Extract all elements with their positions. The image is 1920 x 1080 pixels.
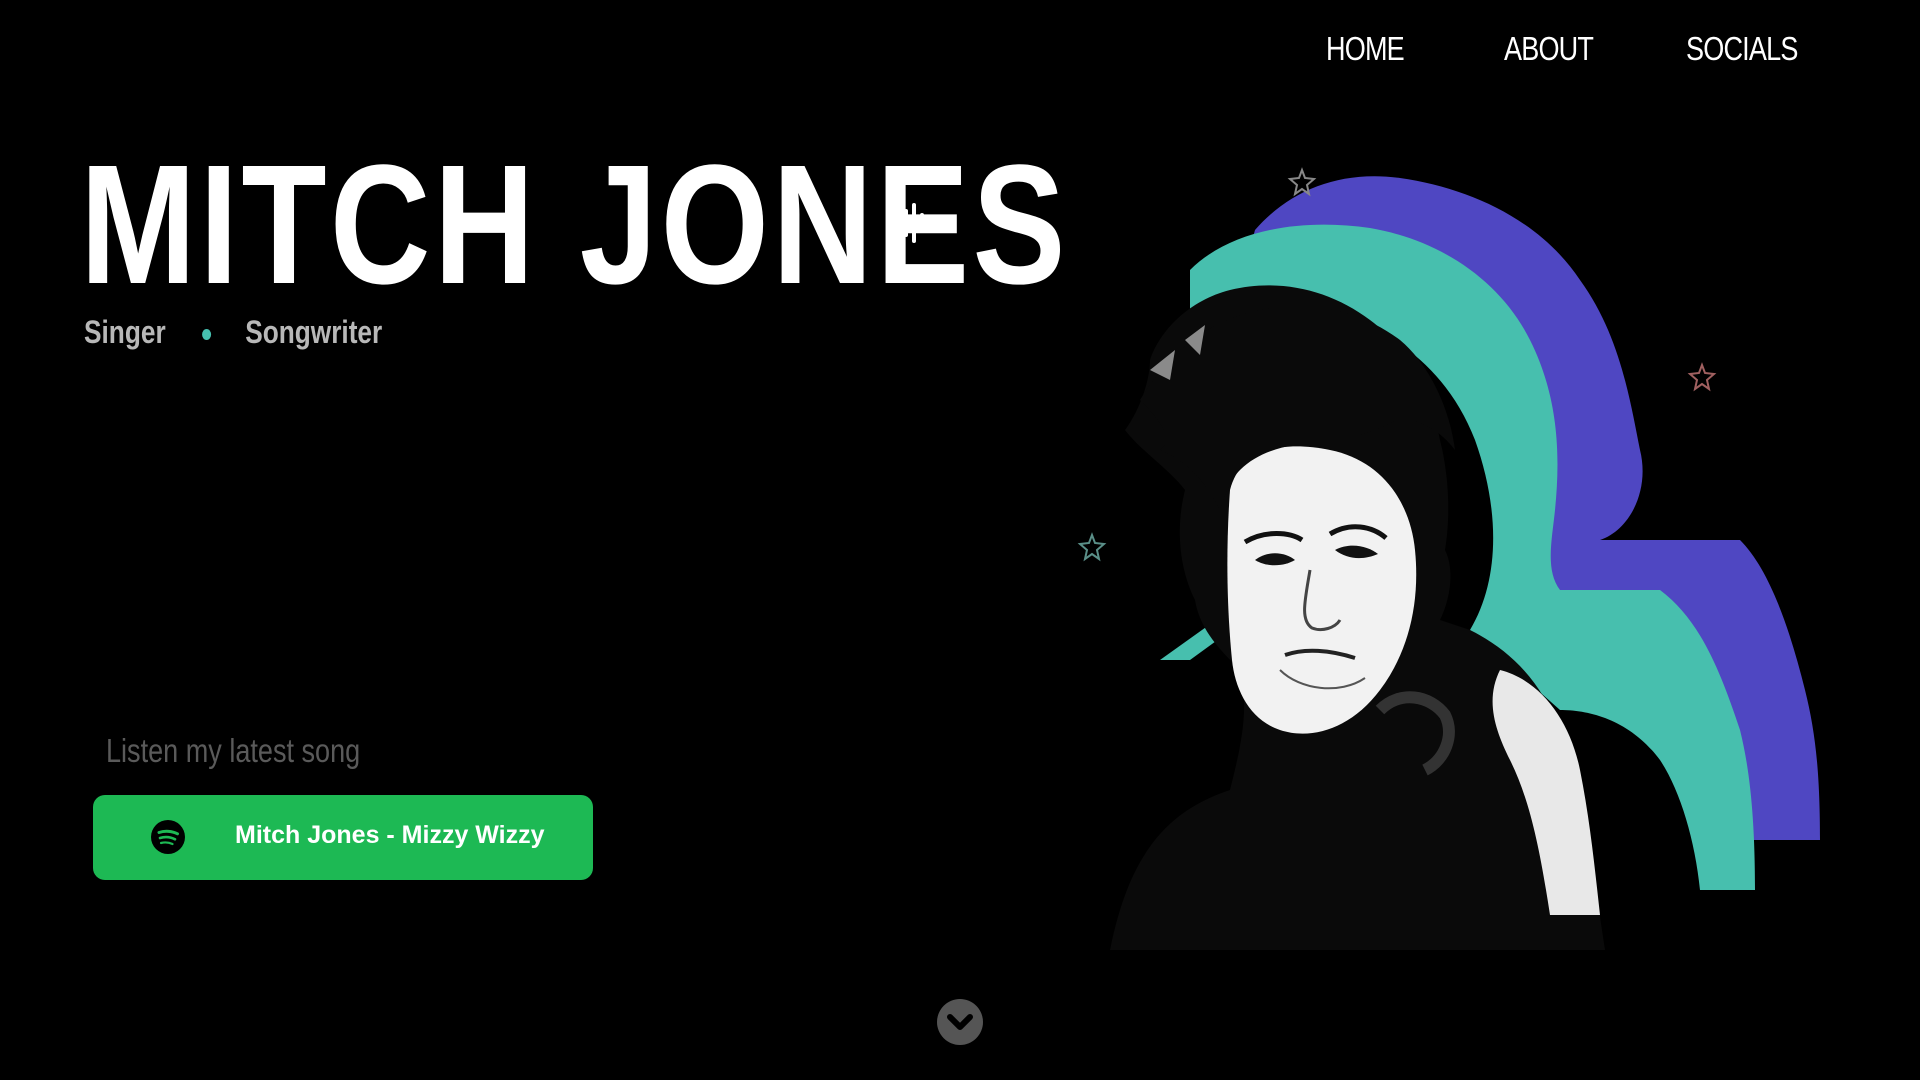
nav-about-link[interactable]: ABOUT xyxy=(1504,30,1594,68)
home-page: HOME ABOUT SOCIALS MITCH JONES Singer Son… xyxy=(0,0,1920,1080)
chevron-down-icon[interactable] xyxy=(937,999,983,1045)
main-nav: HOME ABOUT SOCIALS xyxy=(1300,30,1820,80)
star-icon xyxy=(1077,532,1107,562)
artist-roles: Singer Songwriter xyxy=(84,314,448,354)
spotify-song-label: Mitch Jones - Mizzy Wizzy xyxy=(235,821,545,849)
spotify-icon xyxy=(151,820,185,854)
role-songwriter: Songwriter xyxy=(245,314,383,350)
spotify-song-button[interactable]: Mitch Jones - Mizzy Wizzy xyxy=(93,795,593,880)
artist-portrait-artwork xyxy=(1077,167,1820,950)
role-separator-dot xyxy=(201,329,211,341)
sound-wave-icon xyxy=(896,203,924,243)
star-icon xyxy=(1687,362,1717,392)
role-singer: Singer xyxy=(84,314,166,350)
nav-socials-link[interactable]: SOCIALS xyxy=(1686,30,1798,68)
nav-home-link[interactable]: HOME xyxy=(1326,30,1405,68)
listen-label: Listen my latest song xyxy=(106,732,361,769)
